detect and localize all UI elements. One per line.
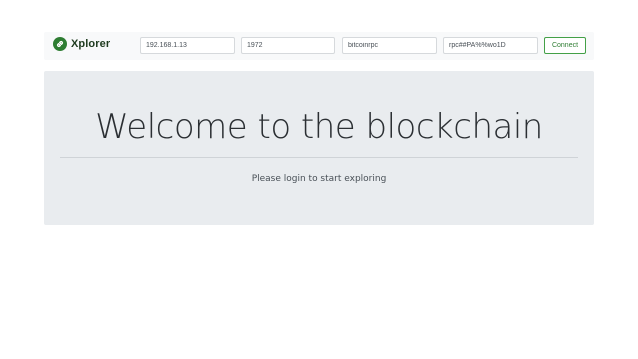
top-navbar: Xplorer Connect (44, 32, 594, 60)
welcome-jumbotron: Welcome to the blockchain Please login t… (44, 71, 594, 225)
link-icon (53, 37, 67, 51)
page-title: Welcome to the blockchain (95, 107, 543, 147)
login-prompt-text: Please login to start exploring (251, 174, 387, 184)
divider (60, 157, 578, 158)
host-input[interactable] (140, 37, 235, 54)
username-input[interactable] (342, 37, 437, 54)
brand-link[interactable]: Xplorer (53, 37, 110, 51)
port-input[interactable] (241, 37, 335, 54)
brand-name: Xplorer (71, 38, 111, 50)
password-input[interactable] (443, 37, 538, 54)
connect-button[interactable]: Connect (544, 37, 586, 54)
